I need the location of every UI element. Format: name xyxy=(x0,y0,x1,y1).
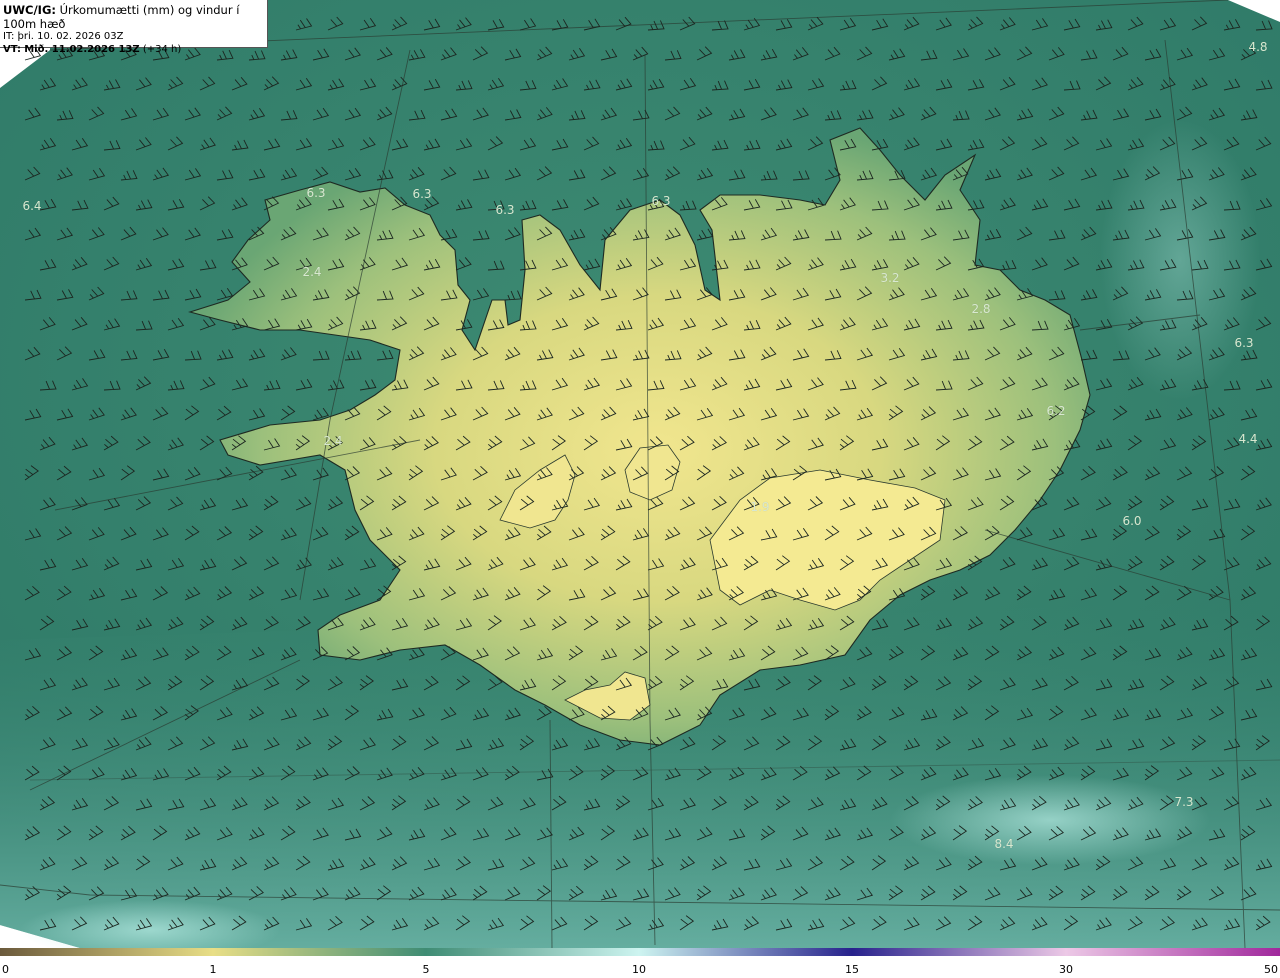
init-time-value: þri. 10. 02. 2026 03Z xyxy=(17,31,124,42)
model-name: UWC/IG: xyxy=(3,3,56,17)
value-label: 4.4 xyxy=(1238,432,1258,446)
colorbar-tick: 30 xyxy=(1059,963,1073,976)
value-label: 2.4 xyxy=(323,434,343,448)
value-label: 4.8 xyxy=(1248,40,1268,54)
bright-precip-area xyxy=(890,775,1210,865)
colorbar-tick: 15 xyxy=(845,963,859,976)
valid-time-line: VT: Mið. 11.02.2026 13Z (+34 h) xyxy=(3,44,267,57)
value-label: 6.0 xyxy=(1122,514,1142,528)
colorbar-tick: 10 xyxy=(632,963,646,976)
forecast-map: 4.8 6.4 6.3 6.3 6.3 6.3 2.4 3.2 2.8 6.3 … xyxy=(0,0,1280,948)
value-label: 3.2 xyxy=(880,271,900,285)
value-label: 2.4 xyxy=(302,265,322,279)
value-label: 2.8 xyxy=(971,302,991,316)
colorbar-tick: 50 xyxy=(1264,963,1278,976)
forecast-info-box: UWC/IG: Úrkomumætti (mm) og vindur í 100… xyxy=(0,0,268,55)
value-label: 8.4 xyxy=(994,837,1014,851)
colorbar-tick: 1 xyxy=(209,963,217,976)
lead-time: (+34 h) xyxy=(142,43,182,55)
value-label: 6.3 xyxy=(651,194,671,208)
colorbar-gradient xyxy=(0,948,1280,956)
colorbar-tick: 0 xyxy=(2,963,9,976)
value-label: 6.3 xyxy=(495,203,515,217)
value-label: 7.3 xyxy=(1174,795,1194,809)
init-time-label: IT: xyxy=(3,31,15,42)
value-label: 6.3 xyxy=(306,186,326,200)
value-label: 1.9 xyxy=(750,500,770,514)
valid-time-label: VT: xyxy=(3,43,22,55)
colorbar-tick: 5 xyxy=(422,963,430,976)
value-label: 6.3 xyxy=(1234,336,1254,350)
info-title-line: UWC/IG: Úrkomumætti (mm) og vindur í 100… xyxy=(3,3,267,31)
precip-colorbar xyxy=(0,948,1280,956)
value-label: 6.4 xyxy=(22,199,42,213)
value-label: 6.3 xyxy=(412,187,432,201)
valid-time-value: Mið. 11.02.2026 13Z xyxy=(24,43,140,55)
map-canvas xyxy=(0,0,1280,948)
init-time-line: IT: þri. 10. 02. 2026 03Z xyxy=(3,31,267,44)
value-label: 6.2 xyxy=(1046,404,1066,418)
